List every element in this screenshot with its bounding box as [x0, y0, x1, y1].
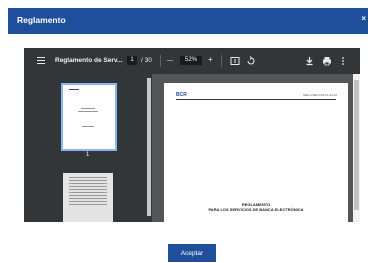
fit-page-icon[interactable] [230, 56, 240, 66]
dialog-title: Reglamento [17, 15, 66, 25]
page-count: / 30 [141, 57, 152, 64]
more-vert-icon[interactable] [341, 56, 345, 66]
close-icon[interactable]: × [361, 14, 366, 23]
scrollbar-thumb[interactable] [147, 78, 151, 216]
scrollbar-thumb[interactable] [354, 80, 359, 210]
toolbar-divider [221, 55, 222, 67]
bcr-logo: BCR [176, 92, 187, 98]
sidebar-scrollbar[interactable] [147, 74, 151, 222]
zoom-out-button[interactable]: — [167, 55, 173, 67]
pdf-viewer: Reglamento de Serv... 1 / 30 — 52% + 1 B… [24, 48, 360, 222]
print-icon[interactable] [322, 56, 332, 66]
pdf-page: BCR REG-CNE-0.05-12-04-12 REGLAMENTO PAR… [164, 83, 348, 222]
page-thumbnail[interactable] [63, 173, 113, 222]
rotate-icon[interactable] [246, 56, 256, 66]
zoom-input[interactable]: 52% [180, 56, 202, 65]
page-scrollbar[interactable] [353, 74, 360, 222]
pdf-page-area: BCR REG-CNE-0.05-12-04-12 REGLAMENTO PAR… [152, 74, 360, 222]
accept-button[interactable]: Aceptar [168, 244, 216, 262]
page-thumbnail[interactable] [61, 83, 117, 151]
document-code: REG-CNE-0.05-12-04-12 [303, 93, 337, 97]
thumbnail-sidebar: 1 [24, 74, 152, 222]
menu-icon[interactable] [37, 57, 45, 64]
page-number-input[interactable]: 1 [127, 56, 137, 65]
zoom-in-button[interactable]: + [208, 54, 213, 66]
header-rule [176, 99, 336, 100]
toolbar-divider [160, 55, 161, 67]
pdf-toolbar: Reglamento de Serv... 1 / 30 — 52% + [24, 48, 360, 74]
thumbnail-page-number: 1 [86, 152, 90, 158]
dialog-titlebar: Reglamento × [8, 8, 368, 34]
reglamento-dialog: Reglamento × Reglamento de Serv... 1 / 3… [0, 0, 368, 262]
document-name: Reglamento de Serv... [55, 57, 123, 64]
download-icon[interactable] [305, 56, 314, 66]
document-subtitle: PARA LOS SERVICIOS DE BANCA ELECTRÓNICA [208, 207, 304, 212]
